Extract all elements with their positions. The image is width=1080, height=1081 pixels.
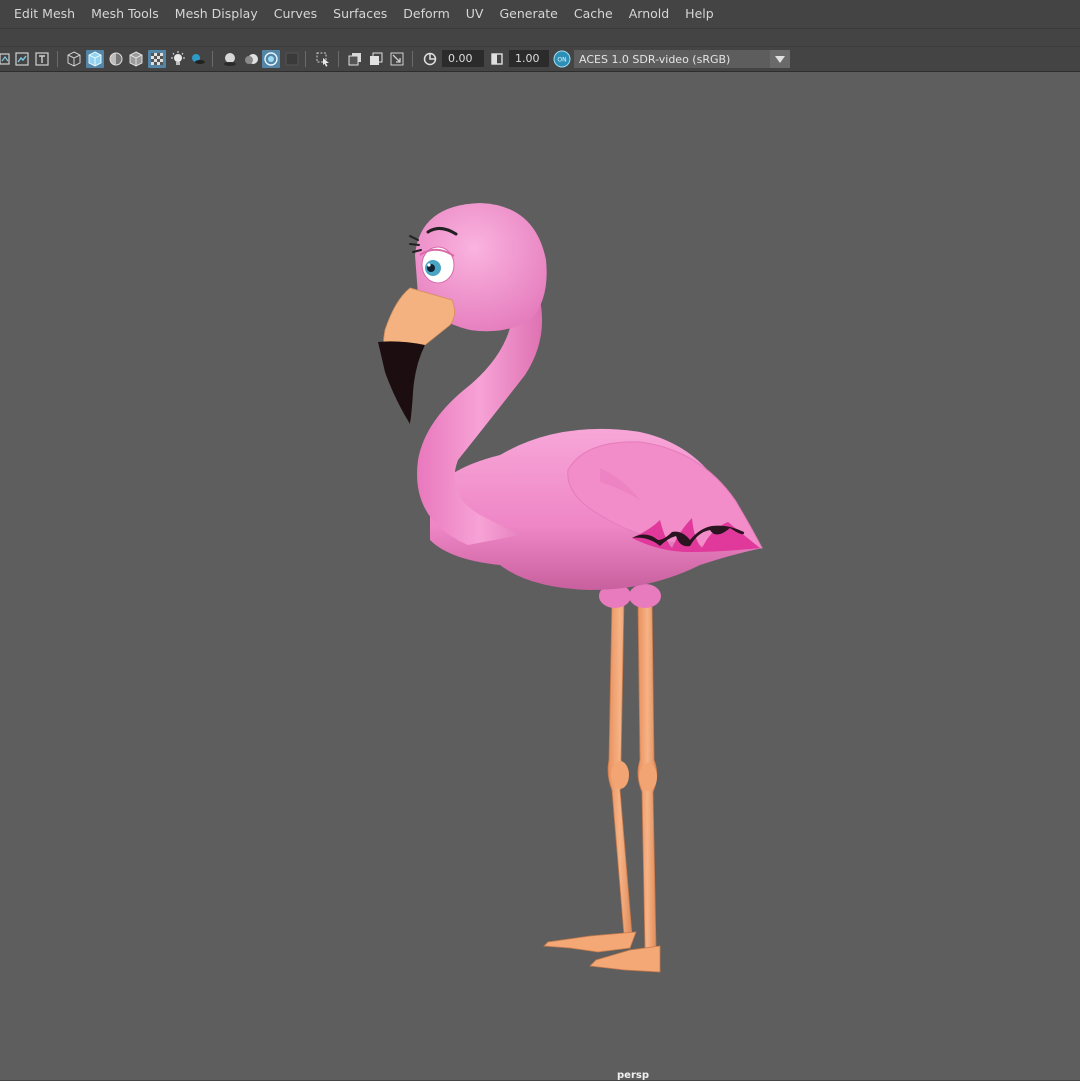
main-menubar: Edit Mesh Mesh Tools Mesh Display Curves… — [0, 0, 1080, 29]
toolbar-separator — [57, 51, 58, 67]
menu-generate[interactable]: Generate — [491, 0, 565, 28]
camera-label: persp — [617, 1070, 649, 1081]
shelf-strip — [0, 29, 1080, 47]
color-space-label: ACES 1.0 SDR-video (sRGB) — [579, 52, 731, 66]
menu-surfaces[interactable]: Surfaces — [325, 0, 395, 28]
flat-shade-icon[interactable] — [107, 50, 125, 68]
shadows-icon[interactable] — [189, 50, 207, 68]
color-management-icon[interactable]: ON — [553, 50, 571, 68]
isolate-select-icon[interactable] — [314, 50, 332, 68]
toolbar-separator — [338, 51, 339, 67]
smooth-shade-icon[interactable] — [86, 50, 104, 68]
menu-curves[interactable]: Curves — [266, 0, 325, 28]
menu-mesh-tools[interactable]: Mesh Tools — [83, 0, 167, 28]
menu-cache[interactable]: Cache — [566, 0, 621, 28]
text-icon[interactable] — [33, 50, 51, 68]
color-space-dropdown[interactable]: ACES 1.0 SDR-video (sRGB) — [574, 50, 790, 68]
exposure-icon[interactable] — [421, 50, 439, 68]
backface-icon[interactable] — [388, 50, 406, 68]
menu-uv[interactable]: UV — [458, 0, 492, 28]
wireframe-icon[interactable] — [65, 50, 83, 68]
xray-joints-icon[interactable] — [346, 50, 364, 68]
menu-deform[interactable]: Deform — [395, 0, 457, 28]
xray-active-icon[interactable] — [367, 50, 385, 68]
lights-icon[interactable] — [169, 50, 187, 68]
chevron-down-icon[interactable] — [770, 50, 790, 68]
perspective-viewport[interactable] — [0, 72, 1080, 1080]
viewport-toolbar: 0.00 1.00 ON ACES 1.0 SDR-video (sRGB) — [0, 47, 1080, 72]
antialiasing-icon[interactable] — [262, 50, 280, 68]
toolbar-separator — [412, 51, 413, 67]
flamingo-model[interactable] — [0, 72, 1080, 1080]
image-plane-icon[interactable] — [13, 50, 31, 68]
bounding-box-icon[interactable] — [127, 50, 145, 68]
menu-mesh-display[interactable]: Mesh Display — [167, 0, 266, 28]
gamma-field[interactable]: 1.00 — [509, 50, 549, 67]
toolbar-separator — [305, 51, 306, 67]
ambient-occlusion-icon[interactable] — [221, 50, 239, 68]
menu-edit-mesh[interactable]: Edit Mesh — [0, 0, 83, 28]
exposure-field[interactable]: 0.00 — [442, 50, 484, 67]
menu-arnold[interactable]: Arnold — [621, 0, 677, 28]
depth-of-field-icon[interactable] — [283, 50, 301, 68]
xray-icon[interactable] — [148, 50, 166, 68]
menu-help[interactable]: Help — [677, 0, 722, 28]
motion-blur-icon[interactable] — [242, 50, 260, 68]
svg-text:ON: ON — [557, 57, 566, 64]
gamma-icon[interactable] — [488, 50, 506, 68]
select-camera-icon[interactable] — [0, 50, 10, 68]
toolbar-separator — [212, 51, 213, 67]
